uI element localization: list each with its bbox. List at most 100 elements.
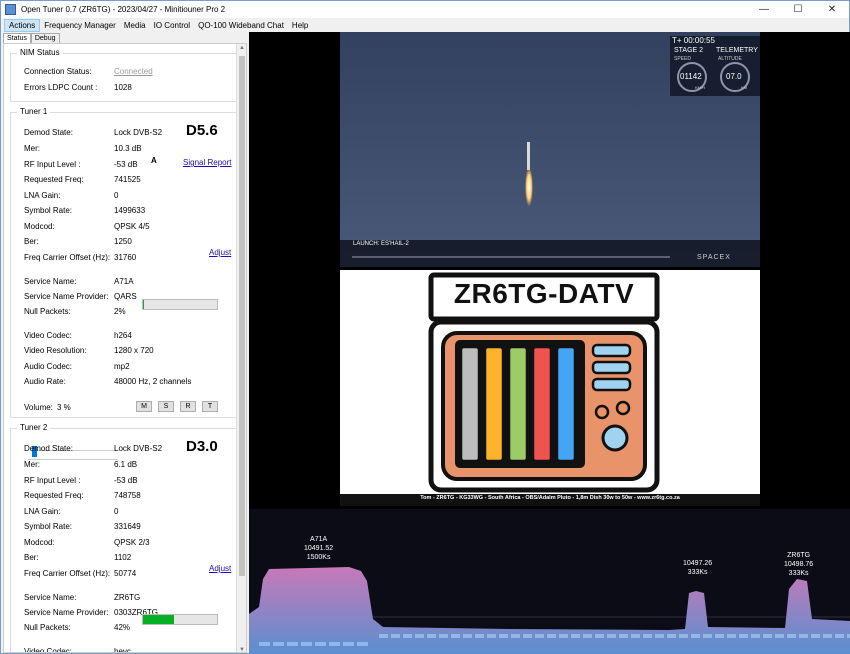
menu-actions[interactable]: Actions: [4, 18, 41, 32]
channel-marker[interactable]: [799, 634, 808, 638]
tuner2-row-label: Mer:: [24, 460, 40, 469]
tuner2-row-label: LNA Gain:: [24, 507, 61, 516]
channel-marker[interactable]: [403, 634, 412, 638]
channel-marker[interactable]: [595, 634, 604, 638]
channel-marker[interactable]: [427, 634, 436, 638]
channel-marker[interactable]: [463, 634, 472, 638]
channel-marker[interactable]: [535, 634, 544, 638]
channel-marker[interactable]: [751, 634, 760, 638]
channel-marker[interactable]: [343, 642, 354, 646]
signal-3-name: ZR6TG: [787, 552, 811, 559]
channel-marker[interactable]: [679, 634, 688, 638]
channel-marker[interactable]: [487, 634, 496, 638]
channel-marker[interactable]: [315, 642, 326, 646]
color-stripe: [507, 345, 529, 463]
channel-marker[interactable]: [273, 642, 284, 646]
tuner1-row-value: 31760: [114, 253, 137, 262]
channel-marker[interactable]: [763, 634, 772, 638]
tuner2-row-label: Freq Carrier Offset (Hz):: [24, 569, 111, 578]
menu-media[interactable]: Media: [120, 19, 150, 32]
menu-help[interactable]: Help: [288, 19, 312, 32]
menu-frequency-manager[interactable]: Frequency Manager: [40, 19, 120, 32]
channel-marker[interactable]: [787, 634, 796, 638]
channel-marker[interactable]: [691, 634, 700, 638]
tuner2-row-value: -53 dB: [114, 476, 138, 485]
channel-marker[interactable]: [301, 642, 312, 646]
channel-marker[interactable]: [835, 634, 844, 638]
channel-marker[interactable]: [511, 634, 520, 638]
channel-marker[interactable]: [607, 634, 616, 638]
channel-marker[interactable]: [655, 634, 664, 638]
minimize-button[interactable]: —: [747, 1, 781, 18]
tuner1-row-value: h264: [114, 331, 132, 340]
channel-marker[interactable]: [715, 634, 724, 638]
channel-marker[interactable]: [631, 634, 640, 638]
channel-marker[interactable]: [643, 634, 652, 638]
maximize-button[interactable]: ☐: [781, 1, 815, 18]
channel-marker[interactable]: [571, 634, 580, 638]
channel-marker[interactable]: [499, 634, 508, 638]
tuner1-row-label: Demod State:: [24, 128, 73, 137]
channel-marker[interactable]: [775, 634, 784, 638]
tuner2-row-label: Symbol Rate:: [24, 522, 73, 531]
tuner1-row-value: mp2: [114, 362, 130, 371]
channel-marker[interactable]: [259, 642, 270, 646]
snapshot-button[interactable]: S: [158, 401, 174, 412]
tuner1-row-value: 1250: [114, 237, 132, 246]
channel-marker[interactable]: [727, 634, 736, 638]
display-area: T+ 00:00:55 STAGE 2 TELEMETRY SPEED ALTI…: [249, 32, 850, 654]
transmit-button[interactable]: T: [202, 401, 218, 412]
mute-button[interactable]: M: [136, 401, 152, 412]
menu-qo100-chat[interactable]: QO-100 Wideband Chat: [194, 19, 288, 32]
tuner2-row-value: Lock DVB-S2: [114, 444, 163, 453]
channel-marker[interactable]: [583, 634, 592, 638]
status-scrollbar[interactable]: ▲ ▼: [236, 44, 246, 652]
signal-1-name: A71A: [310, 536, 328, 543]
tuner2-row-value: 748758: [114, 491, 141, 500]
record-button[interactable]: R: [180, 401, 196, 412]
signal-report-link[interactable]: Signal Report: [183, 157, 231, 168]
channel-marker[interactable]: [739, 634, 748, 638]
tuner1-row-label: Null Packets:: [24, 307, 71, 316]
video-tuner2[interactable]: ZR6TG-DATV Tom - ZR6TG - KG33WG - South …: [340, 270, 760, 506]
menu-bar: Actions Frequency Manager Media IO Contr…: [1, 18, 849, 32]
tuner1-row-label: Symbol Rate:: [24, 206, 73, 215]
menu-io-control[interactable]: IO Control: [150, 19, 194, 32]
channel-marker[interactable]: [811, 634, 820, 638]
tuner1-adjust-link[interactable]: Adjust: [209, 247, 231, 258]
channel-marker[interactable]: [619, 634, 628, 638]
tuner2-row-label: Demod State:: [24, 444, 73, 453]
speed-label: SPEED: [674, 56, 691, 62]
tuner1-row-value: 1499633: [114, 206, 146, 215]
video-tuner1[interactable]: T+ 00:00:55 STAGE 2 TELEMETRY SPEED ALTI…: [340, 32, 760, 267]
channel-marker[interactable]: [703, 634, 712, 638]
channel-marker[interactable]: [415, 634, 424, 638]
channel-marker[interactable]: [559, 634, 568, 638]
channel-marker[interactable]: [329, 642, 340, 646]
tuner2-adjust-link[interactable]: Adjust: [209, 563, 231, 574]
channel-marker[interactable]: [439, 634, 448, 638]
spectrum-display[interactable]: A71A 10491.52 1500Ks 10497.26 333Ks ZR6T…: [249, 509, 850, 654]
channel-marker[interactable]: [287, 642, 298, 646]
channel-marker[interactable]: [667, 634, 676, 638]
channel-marker[interactable]: [379, 634, 388, 638]
tuner2-title: Tuner 2: [17, 423, 51, 432]
tuner2-row-value: 331649: [114, 522, 141, 531]
close-button[interactable]: ✕: [815, 1, 849, 18]
color-stripe: [531, 345, 553, 463]
tuner1-row-value: Lock DVB-S2: [114, 128, 163, 137]
tuner1-row-label: RF Input Level :: [24, 160, 81, 169]
scrollbar-thumb[interactable]: [239, 56, 245, 576]
scroll-down-icon[interactable]: ▼: [239, 647, 245, 652]
scroll-up-icon[interactable]: ▲: [239, 45, 245, 51]
channel-marker[interactable]: [823, 634, 832, 638]
channel-marker[interactable]: [475, 634, 484, 638]
tuner2-row-value: 6.1 dB: [114, 460, 138, 469]
channel-marker[interactable]: [451, 634, 460, 638]
channel-marker[interactable]: [391, 634, 400, 638]
tuner1-row-label: Audio Codec:: [24, 362, 73, 371]
channel-marker[interactable]: [547, 634, 556, 638]
channel-marker[interactable]: [357, 642, 368, 646]
channel-marker[interactable]: [523, 634, 532, 638]
tuner1-row-value: A71A: [114, 277, 134, 286]
